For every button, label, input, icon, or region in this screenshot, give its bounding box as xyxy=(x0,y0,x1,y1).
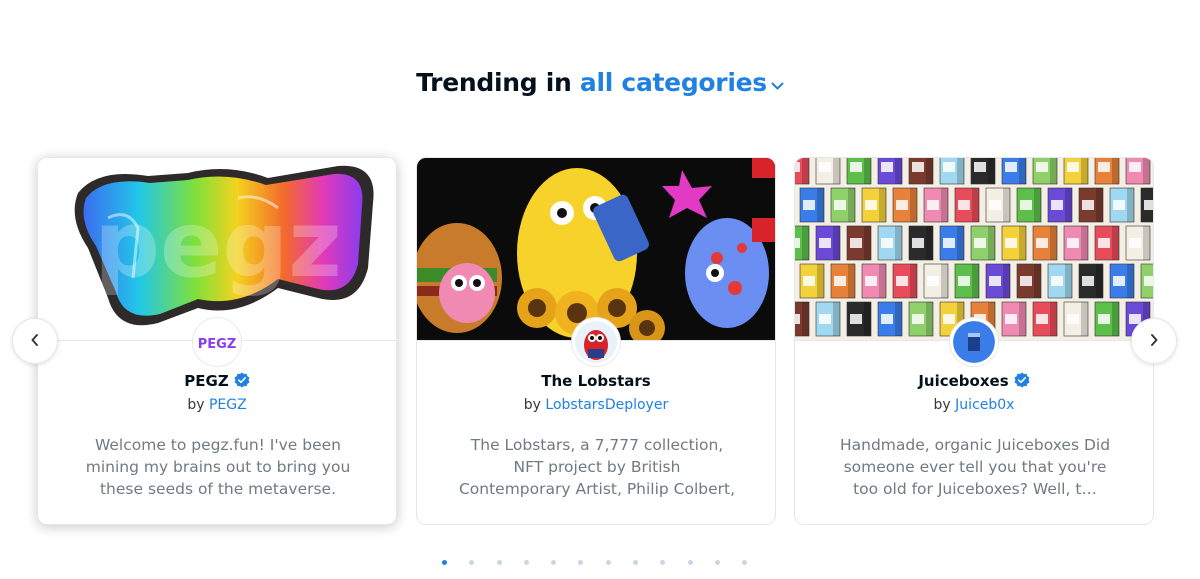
section-heading: Trending in all categories xyxy=(0,68,1200,97)
collection-card-lobstars[interactable]: The Lobstars by LobstarsDeployer The Lob… xyxy=(416,157,776,525)
carousel-dot[interactable] xyxy=(551,560,557,565)
collection-name-row: Juiceboxes xyxy=(795,372,1153,392)
collection-name-row: The Lobstars xyxy=(417,372,775,390)
chevron-down-icon xyxy=(771,68,784,97)
category-dropdown[interactable]: all categories xyxy=(580,68,784,97)
creator-row: by PEGZ xyxy=(38,397,396,413)
collection-avatar xyxy=(572,318,620,366)
chevron-right-icon xyxy=(1149,332,1159,351)
creator-row: by Juiceb0x xyxy=(795,397,1153,413)
verified-badge-icon xyxy=(1014,372,1030,392)
collection-description: Welcome to pegz.fun! I've been mining my… xyxy=(85,436,351,498)
collection-card-pegz[interactable]: pegz PEGZ PEGZ by PEGZ Welcome to pegz.f… xyxy=(37,157,397,525)
collection-avatar xyxy=(950,318,998,366)
carousel-prev-button[interactable] xyxy=(12,318,58,364)
creator-link[interactable]: LobstarsDeployer xyxy=(545,397,668,413)
creator-row: by LobstarsDeployer xyxy=(417,397,775,413)
carousel-next-button[interactable] xyxy=(1131,318,1177,364)
carousel-pagination xyxy=(442,560,770,565)
carousel-dot[interactable] xyxy=(660,560,666,565)
collection-name-row: PEGZ xyxy=(38,372,396,392)
carousel-dot[interactable] xyxy=(633,560,639,565)
carousel-dot[interactable] xyxy=(578,560,584,565)
collection-banner xyxy=(795,158,1153,341)
verified-badge-icon xyxy=(234,372,250,392)
svg-text:PEGZ: PEGZ xyxy=(198,337,237,352)
creator-link[interactable]: Juiceb0x xyxy=(955,397,1014,413)
collection-name: PEGZ xyxy=(184,372,229,390)
carousel-dot[interactable] xyxy=(605,560,611,565)
category-label: all categories xyxy=(579,68,767,97)
by-label: by xyxy=(933,397,951,413)
collection-description: The Lobstars, a 7,777 collection, NFT pr… xyxy=(458,436,736,498)
collection-name: The Lobstars xyxy=(541,372,651,390)
creator-link[interactable]: PEGZ xyxy=(209,397,247,413)
carousel-dot[interactable] xyxy=(496,560,502,565)
carousel-dot[interactable] xyxy=(469,560,475,565)
carousel-dot[interactable] xyxy=(687,560,693,565)
collection-banner xyxy=(417,158,775,341)
carousel-dot[interactable] xyxy=(742,560,748,565)
heading-prefix: Trending in xyxy=(416,68,572,97)
svg-text:pegz: pegz xyxy=(94,191,342,298)
collection-avatar: PEGZ xyxy=(193,318,241,366)
collection-card-juiceboxes[interactable]: Juiceboxes by Juiceb0x Handmade, organic… xyxy=(794,157,1154,525)
by-label: by xyxy=(187,397,205,413)
collection-description: Handmade, organic Juiceboxes Did someone… xyxy=(839,436,1111,498)
chevron-left-icon xyxy=(30,332,40,351)
by-label: by xyxy=(523,397,541,413)
collection-banner: pegz xyxy=(38,158,396,341)
carousel-dot[interactable] xyxy=(523,560,529,565)
carousel-dot[interactable] xyxy=(714,560,720,565)
carousel-dot[interactable] xyxy=(442,560,447,565)
collection-name: Juiceboxes xyxy=(918,372,1009,390)
